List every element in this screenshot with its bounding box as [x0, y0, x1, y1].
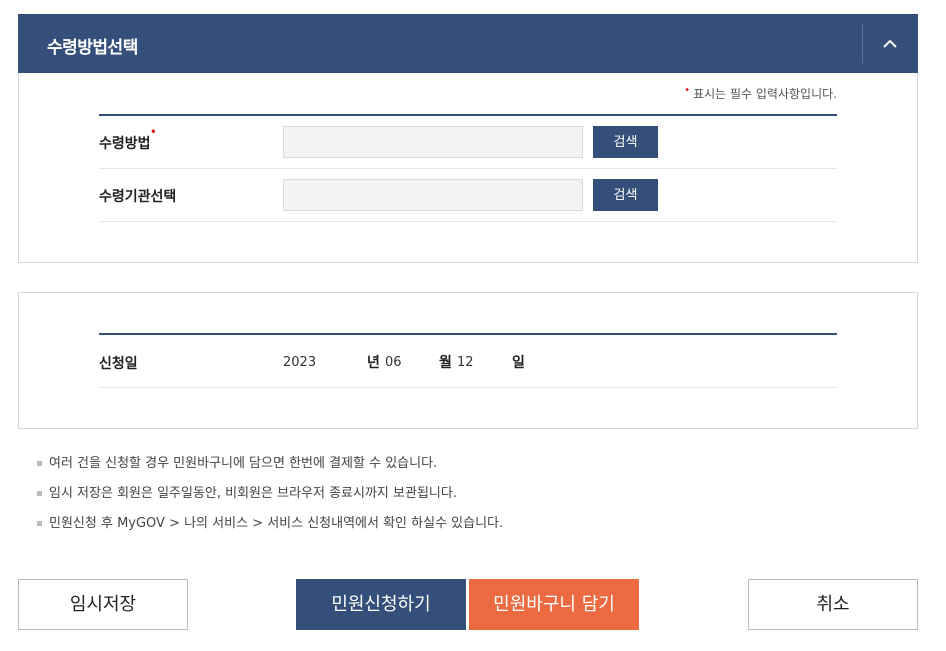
notice-item: 여러 건을 신청할 경우 민원바구니에 담으면 한번에 결제할 수 있습니다.	[37, 455, 503, 485]
panel-header: 수령방법선택	[18, 14, 918, 73]
form-row-receipt-agency: 수령기관선택 검색	[99, 169, 837, 222]
receipt-method-input[interactable]	[283, 126, 583, 158]
receipt-agency-search-button[interactable]: 검색	[593, 179, 658, 211]
panel-title: 수령방법선택	[47, 38, 138, 58]
required-note: • 표시는 필수 입력사항입니다.	[684, 85, 837, 102]
cancel-button[interactable]: 취소	[748, 579, 918, 630]
add-to-basket-button[interactable]: 민원바구니 담기	[469, 579, 639, 630]
chevron-up-icon	[883, 39, 897, 48]
notice-item: 임시 저장은 회원은 일주일동안, 비회원은 브라우저 종료시까지 보관됩니다.	[37, 485, 503, 515]
date-month: 06	[385, 355, 402, 370]
date-year-unit: 년	[367, 355, 380, 371]
apply-button[interactable]: 민원신청하기	[296, 579, 466, 630]
receipt-method-search-button[interactable]: 검색	[593, 126, 658, 158]
receipt-method-form: • 표시는 필수 입력사항입니다. 수령방법 • 검색 수령기관선택 검색	[18, 73, 918, 263]
collapse-toggle-button[interactable]	[863, 14, 918, 73]
form-row-receipt-method: 수령방법 • 검색	[99, 116, 837, 169]
application-date-box: 신청일 2023 년 06 월 12 일	[18, 292, 918, 429]
required-note-text: 표시는 필수 입력사항입니다.	[693, 87, 837, 101]
date-row: 신청일 2023 년 06 월 12 일	[99, 335, 837, 388]
temp-save-button[interactable]: 임시저장	[18, 579, 188, 630]
receipt-agency-input[interactable]	[283, 179, 583, 211]
date-month-unit: 월	[439, 355, 452, 371]
date-table: 신청일 2023 년 06 월 12 일	[99, 333, 837, 388]
notice-list: 여러 건을 신청할 경우 민원바구니에 담으면 한번에 결제할 수 있습니다. …	[37, 455, 503, 545]
receipt-agency-label: 수령기관선택	[99, 189, 177, 205]
receipt-method-label: 수령방법 •	[99, 127, 157, 152]
date-year: 2023	[283, 355, 317, 370]
form-table: 수령방법 • 검색 수령기관선택 검색	[99, 114, 837, 222]
date-day: 12	[457, 355, 474, 370]
notice-item: 민원신청 후 MyGOV > 나의 서비스 > 서비스 신청내역에서 확인 하실…	[37, 515, 503, 545]
date-day-unit: 일	[512, 355, 525, 371]
required-marker: •	[150, 127, 157, 138]
application-date-label: 신청일	[99, 356, 138, 372]
required-marker: •	[684, 85, 691, 96]
